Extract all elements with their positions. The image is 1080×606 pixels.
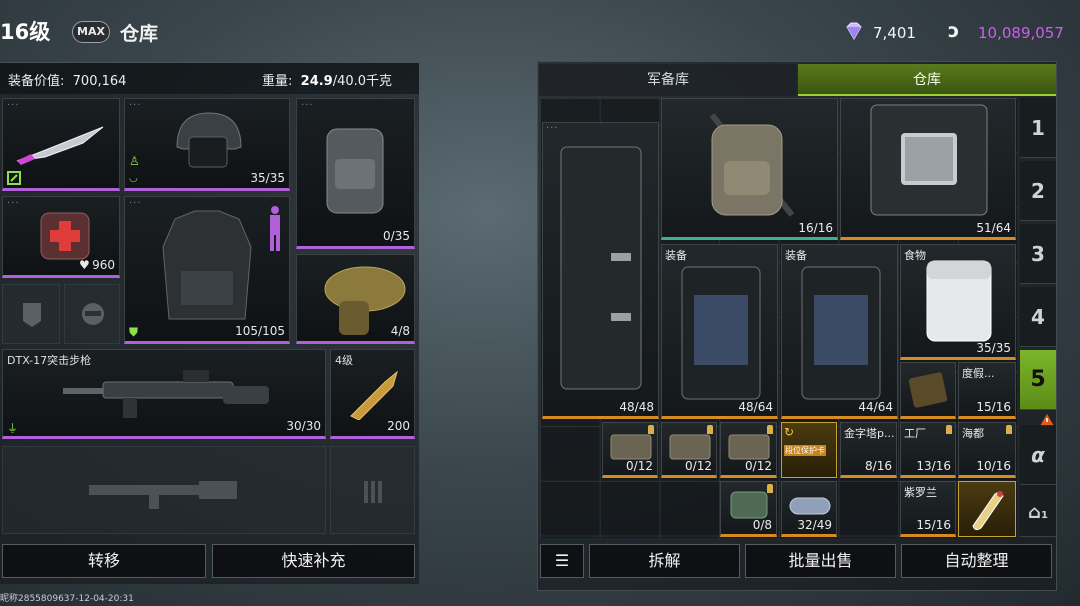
ammo-box-icon (610, 434, 652, 460)
capsule-icon (789, 497, 831, 515)
mask-slot-empty[interactable] (64, 284, 120, 344)
ammo-box-1-item[interactable]: 0/12 (602, 422, 658, 478)
mask-icon (82, 303, 104, 325)
alpha-page-button[interactable]: α (1020, 425, 1056, 485)
rank-protection-card-item[interactable]: ↻ 段位保护卡 (781, 422, 837, 478)
melee-slot[interactable]: ··· (2, 98, 120, 191)
ammo-placeholder-icon (364, 481, 382, 503)
backpack-icon (326, 128, 384, 214)
test-tube-icon (972, 491, 1004, 531)
secondary-ammo-slot-empty[interactable] (330, 446, 415, 534)
throwable-slot[interactable]: 4/8 (296, 254, 415, 344)
player-id-footer: 昵称2855809637-12-04-20:31 (0, 594, 134, 604)
tab-armory[interactable]: 军备库 (539, 64, 797, 96)
card-icon (908, 372, 948, 408)
page-4-button[interactable]: 4 (1020, 287, 1056, 347)
armor-icon (162, 210, 252, 320)
top-bar (0, 0, 1080, 62)
helmet-icon (176, 112, 242, 168)
diamond-balance: 7,401 (873, 24, 916, 42)
gear-case-icon (681, 266, 761, 400)
food-bin-icon (926, 260, 992, 342)
medkit-slot[interactable]: ··· ♥ 960 (2, 196, 120, 278)
house-icon: ⌂ (1028, 502, 1041, 523)
refresh-icon: ↻ (784, 425, 795, 439)
dismantle-button[interactable]: 拆解 (589, 544, 740, 578)
rifle-placeholder-icon (89, 481, 237, 509)
metal-case-icon (870, 104, 988, 216)
tab-warehouse[interactable]: 仓库 (798, 64, 1056, 96)
weapon-mod-icon: ⏚ (7, 422, 18, 435)
factory-key-item[interactable]: 工厂 13/16 (900, 422, 956, 478)
list-menu-button[interactable]: ☰ (540, 544, 584, 578)
sling-bag-icon (709, 113, 795, 217)
ammo-box-icon (728, 434, 770, 460)
metal-case-item[interactable]: 51/64 (840, 98, 1016, 240)
player-level: 16级 (0, 20, 51, 44)
swap-icon (7, 171, 21, 185)
bullet-icon (350, 370, 398, 420)
tall-case-item[interactable]: ··· 48/48 (542, 122, 659, 419)
page-1-button[interactable]: 1 (1020, 98, 1056, 158)
armor-slot[interactable]: ··· ⛊ 105/105 (124, 196, 290, 344)
ammo-box-icon (669, 434, 711, 460)
gear-case-1-item[interactable]: 装备 48/64 (661, 244, 778, 419)
equipment-weight: 重量: 24.9/40.0千克 (262, 74, 393, 89)
test-tube-item[interactable] (958, 481, 1016, 537)
backpack-slot[interactable]: ··· 0/35 (296, 98, 415, 249)
vacation-key-item[interactable]: 度假... 15/16 (958, 362, 1016, 419)
helmet-bonus-icon: ♙ (129, 154, 140, 168)
house-page-button[interactable]: ⌂1 (1020, 485, 1056, 537)
currency-icon: ↄ (948, 20, 960, 42)
diamond-icon (846, 22, 862, 40)
page-2-button[interactable]: 2 (1020, 161, 1056, 221)
ammo-box-3-item[interactable]: 0/12 (720, 422, 777, 478)
pin-icon (1006, 425, 1012, 434)
armor-shield-icon: ⛊ (129, 325, 139, 339)
pouch-icon (730, 491, 768, 519)
pin-icon (946, 425, 952, 434)
equipment-value: 装备价值: 700,164 (8, 74, 127, 89)
ammo-slot[interactable]: 4级 200 (330, 349, 415, 439)
gear-case-2-item[interactable]: 装备 44/64 (781, 244, 898, 419)
rifle-icon (63, 370, 269, 418)
primary-weapon-slot[interactable]: DTX-17突击步枪 ⏚ 30/30 (2, 349, 326, 439)
medkit-icon (40, 212, 90, 260)
capsule-item[interactable]: 32/49 (781, 481, 837, 537)
plate-slot-empty[interactable] (2, 284, 60, 344)
page-5-button[interactable]: 5 (1020, 350, 1056, 410)
auto-sort-button[interactable]: 自动整理 (901, 544, 1052, 578)
bulk-sell-button[interactable]: 批量出售 (745, 544, 896, 578)
max-badge: MAX (72, 21, 110, 43)
gear-case-icon (801, 266, 881, 400)
card-item[interactable] (900, 362, 956, 419)
page-3-button[interactable]: 3 (1020, 224, 1056, 284)
tall-case-icon (560, 146, 642, 390)
page-title: 仓库 (120, 23, 159, 45)
helmet-slot[interactable]: ··· ♙ ◡ 35/35 (124, 98, 290, 191)
body-silhouette-icon (270, 206, 280, 251)
plate-icon (23, 303, 41, 327)
food-container-item[interactable]: 食物 35/35 (900, 244, 1016, 360)
ammo-box-2-item[interactable]: 0/12 (661, 422, 717, 478)
pyramid-key-item[interactable]: 金字塔p... 8/16 (840, 422, 897, 478)
list-icon: ☰ (554, 551, 570, 570)
pouch-item[interactable]: 0/8 (720, 481, 777, 537)
secondary-weapon-slot-empty[interactable] (2, 446, 326, 534)
knife-icon (16, 126, 104, 165)
port-key-item[interactable]: 海都 10/16 (958, 422, 1016, 478)
violet-key-item[interactable]: 紫罗兰 15/16 (900, 481, 956, 537)
quick-refill-button[interactable]: 快速补充 (212, 544, 415, 578)
currency-balance: 10,089,057 (978, 24, 1064, 42)
sling-bag-item[interactable]: 16/16 (661, 98, 838, 240)
headset-icon: ◡ (129, 173, 138, 184)
transfer-button[interactable]: 转移 (2, 544, 206, 578)
